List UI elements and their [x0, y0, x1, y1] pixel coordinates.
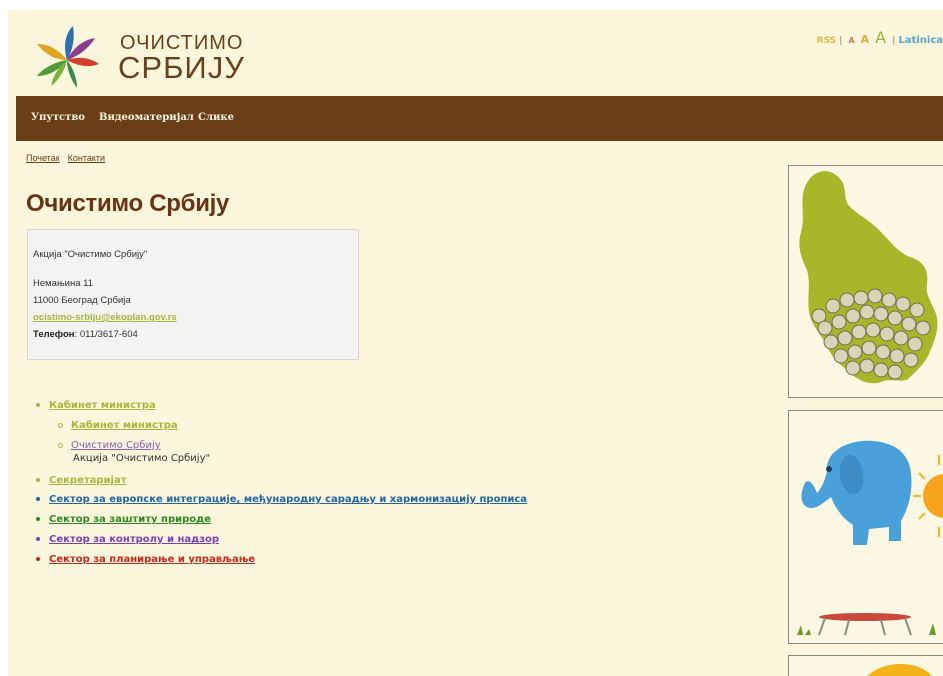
- contact-box: Акција "Очистимо Србију" Немањина 11 110…: [27, 229, 359, 360]
- bullet: [58, 422, 63, 428]
- phone-value: : 011/3617-604: [74, 329, 138, 340]
- third-banner[interactable]: [788, 655, 943, 676]
- list-item: Кабинет министра: [36, 400, 156, 411]
- map-banner[interactable]: [788, 165, 943, 398]
- list-item: Сектор за европске интеграције, међунаро…: [36, 494, 527, 505]
- bullet: [36, 403, 40, 407]
- top-links: RSS | A A A | Latinica: [817, 28, 943, 47]
- link-cleanup[interactable]: Очистимо Србију: [71, 440, 161, 451]
- bullet: [58, 442, 63, 448]
- link-control-sector[interactable]: Сектор за контролу и надзор: [49, 534, 219, 545]
- separator: |: [839, 36, 843, 46]
- latinica-link[interactable]: Latinica: [898, 35, 943, 46]
- font-size-medium-button[interactable]: A: [861, 33, 870, 46]
- link-eu-sector[interactable]: Сектор за европске интеграције, међунаро…: [49, 494, 527, 505]
- contact-street: Немањина 11: [33, 278, 94, 289]
- sun-icon: [913, 455, 943, 537]
- font-size-large-button[interactable]: A: [875, 28, 886, 47]
- list-item: Кабинет министра: [58, 420, 178, 431]
- page-title: Очистимо Србију: [26, 190, 230, 217]
- list-item: Сектор за планирање и управљање: [36, 554, 255, 565]
- link-cabinet[interactable]: Кабинет министра: [49, 400, 156, 411]
- font-size-small-button[interactable]: A: [848, 36, 854, 45]
- list-item: Очистимо Србију: [58, 440, 161, 451]
- cleanup-description: Акција "Очистимо Србију": [73, 453, 211, 464]
- bullet: [36, 497, 40, 501]
- bullet: [36, 517, 40, 521]
- page: ОЧИСТИМО СРБИЈУ RSS | A A A | Latinica Упутств…: [8, 10, 943, 676]
- list-item: Сектор за заштиту природе: [36, 514, 211, 525]
- main-nav: Упутство Видеоматеријал Слике: [16, 96, 943, 141]
- list-item: Сектор за контролу и надзор: [36, 534, 219, 545]
- bullet: [36, 537, 40, 541]
- link-nature-sector[interactable]: Сектор за заштиту природе: [49, 514, 211, 525]
- contact-email-link[interactable]: ocistimo-srbiju@ekoplan.gov.rs: [33, 312, 177, 323]
- contact-org: Акција "Очистимо Србију": [33, 249, 148, 260]
- phone-label: Телефон: [33, 329, 75, 340]
- contact-phone: Телефон: 011/3617-604: [33, 329, 138, 340]
- separator: |: [892, 36, 896, 46]
- rss-link[interactable]: RSS: [817, 36, 837, 46]
- site-logo[interactable]: ОЧИСТИМО СРБИЈУ: [32, 20, 244, 90]
- nav-item-videomaterijal[interactable]: Видеоматеријал: [99, 112, 194, 123]
- link-cabinet-sub[interactable]: Кабинет министра: [71, 420, 178, 431]
- trampoline-icon: [797, 613, 936, 636]
- link-planning-sector[interactable]: Сектор за планирање и управљање: [49, 554, 255, 565]
- breadcrumb-contacts[interactable]: Контакти: [68, 153, 105, 163]
- sun-icon: [867, 664, 932, 676]
- nav-item-slike[interactable]: Слике: [198, 112, 234, 123]
- list-item: Секретаријат: [36, 475, 127, 486]
- nav-item-uputstvo[interactable]: Упутство: [31, 112, 85, 123]
- logo-leaves-icon: [37, 26, 99, 88]
- contact-city: 11000 Београд Србија: [33, 295, 131, 306]
- logo-line2: СРБИЈУ: [118, 50, 245, 85]
- breadcrumb: Почетак Контакти: [26, 153, 113, 163]
- elephant-banner[interactable]: [788, 410, 943, 644]
- serbia-map-icon: [799, 171, 938, 384]
- link-secretariat[interactable]: Секретаријат: [49, 475, 127, 486]
- bullet: [36, 478, 40, 482]
- breadcrumb-home[interactable]: Почетак: [26, 153, 60, 163]
- bullet: [36, 557, 40, 561]
